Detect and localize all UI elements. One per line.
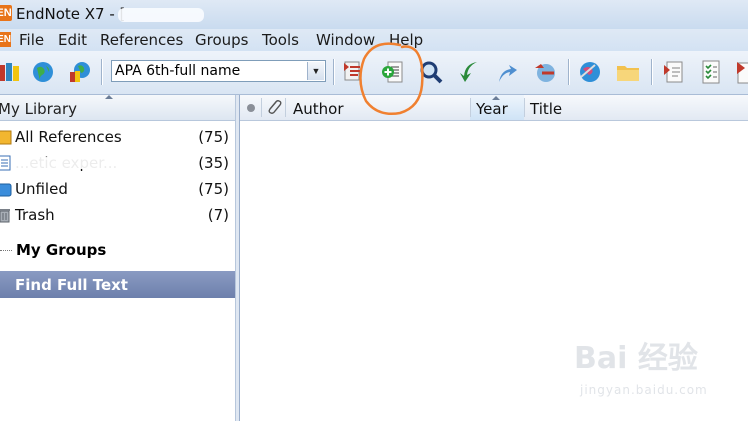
column-year[interactable]: Year [476, 100, 508, 118]
column-divider[interactable] [261, 98, 262, 117]
group-label: All References [15, 128, 122, 146]
document-menu-icon[interactable]: EN [0, 32, 11, 47]
output-style-select[interactable]: APA 6th-full name ▼ [111, 60, 326, 82]
group-count: (35) [198, 154, 229, 172]
group-label: Unfiled [15, 180, 68, 198]
toolbar-separator [568, 59, 569, 85]
menu-file[interactable]: File [19, 31, 44, 49]
trash-icon [0, 209, 10, 223]
group-unfiled[interactable]: Unfiled (75) [0, 178, 235, 200]
upload-arrow-icon[interactable] [493, 58, 521, 86]
group-set-item[interactable]: ...etic exper... (35) [0, 152, 235, 174]
format-bibliography-icon[interactable] [697, 58, 725, 86]
group-set-icon [0, 155, 11, 171]
integrated-library-mode-icon[interactable] [66, 58, 94, 86]
menu-edit[interactable]: Edit [58, 31, 87, 49]
endnote-app-icon: EN [0, 5, 12, 21]
download-arrow-icon[interactable] [455, 58, 483, 86]
my-library-header[interactable]: My Library [0, 95, 235, 121]
online-search-mode-icon[interactable] [29, 58, 57, 86]
group-count: (75) [198, 180, 229, 198]
output-style-value: APA 6th-full name [115, 63, 241, 79]
window-title: EndNote X7 - [ [16, 5, 126, 23]
reference-list-panel: Author Year Title [240, 95, 748, 421]
group-all-references[interactable]: All References (75) [0, 126, 235, 148]
unfiled-icon [0, 183, 12, 197]
new-reference-icon[interactable] [379, 58, 407, 86]
column-title[interactable]: Title [530, 100, 562, 118]
column-divider[interactable] [524, 98, 525, 117]
menu-references[interactable]: References [100, 31, 183, 49]
main-toolbar: APA 6th-full name ▼ [0, 51, 748, 95]
print-reference-icon[interactable] [660, 58, 688, 86]
group-label: Trash [15, 206, 55, 224]
menu-tools[interactable]: Tools [262, 31, 299, 49]
reference-list-header: Author Year Title [240, 95, 748, 121]
group-count: (75) [198, 128, 229, 146]
menu-help[interactable]: Help [389, 31, 423, 49]
collapse-caret-icon [105, 95, 113, 99]
column-divider[interactable] [470, 98, 471, 117]
column-divider[interactable] [285, 98, 286, 117]
web-url-icon[interactable] [576, 58, 604, 86]
find-full-text-label: Find Full Text [15, 276, 128, 294]
find-full-text-icon[interactable] [417, 58, 445, 86]
read-status-column-icon[interactable] [247, 104, 255, 112]
menu-groups[interactable]: Groups [195, 31, 248, 49]
groups-panel: My Library All References (75) ...etic e… [0, 95, 235, 421]
chevron-down-icon[interactable]: ▼ [307, 62, 324, 80]
redacted-filename [118, 8, 204, 22]
insert-citation-icon[interactable] [340, 58, 368, 86]
toolbar-separator [333, 59, 334, 85]
group-trash[interactable]: Trash (7) [0, 204, 235, 226]
all-references-icon [0, 130, 12, 145]
cite-while-you-write-icon[interactable] [733, 58, 748, 86]
title-bar: EN EndNote X7 - [ [0, 0, 748, 29]
tree-connector [0, 250, 12, 252]
local-library-mode-icon[interactable] [0, 58, 24, 86]
toolbar-separator [101, 59, 102, 85]
toolbar-separator [651, 59, 652, 85]
attachment-paperclip-icon[interactable] [264, 98, 282, 116]
menu-window[interactable]: Window [316, 31, 375, 49]
open-file-folder-icon[interactable] [614, 58, 642, 86]
my-groups-heading[interactable]: My Groups [16, 241, 106, 259]
find-full-text-section[interactable]: Find Full Text [0, 271, 235, 298]
column-author[interactable]: Author [293, 100, 344, 118]
group-count: (7) [207, 206, 229, 224]
my-library-label: My Library [0, 100, 78, 118]
open-link-icon[interactable] [531, 58, 559, 86]
redacted-group-name [14, 157, 190, 169]
menu-bar: EN File Edit References Groups Tools Win… [0, 29, 748, 51]
